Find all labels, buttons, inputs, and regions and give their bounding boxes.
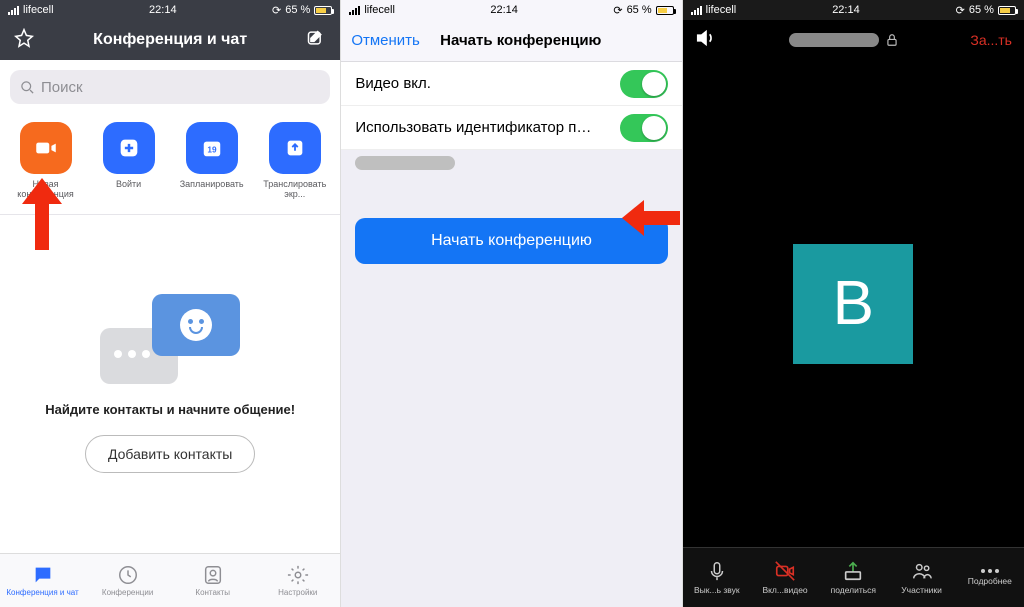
header: Отменить Начать конференцию (341, 20, 681, 62)
row-video-on: Видео вкл. (341, 62, 681, 106)
video-area[interactable]: В (683, 60, 1024, 547)
meeting-controls: Вык...ь звук Вкл...видео поделиться Учас… (683, 547, 1024, 607)
participant-avatar: В (793, 244, 913, 364)
red-arrow-annotation (18, 178, 66, 250)
chat-icon (32, 564, 54, 586)
clock-icon (117, 564, 139, 586)
star-icon[interactable] (14, 28, 34, 53)
meeting-topbar: За...ть (683, 20, 1024, 60)
chat-illustration (100, 294, 240, 384)
redacted-text (355, 156, 455, 170)
toggle-video[interactable] (620, 70, 668, 98)
page-title: Конференция и чат (34, 31, 306, 49)
speaker-icon[interactable] (695, 27, 717, 54)
schedule-button[interactable]: 19 Запланировать (172, 122, 252, 200)
contacts-icon (202, 564, 224, 586)
empty-message: Найдите контакты и начните общение! (45, 402, 295, 417)
control-mute[interactable]: Вык...ь звук (683, 548, 751, 607)
status-time: 22:14 (832, 4, 860, 16)
svg-text:19: 19 (207, 146, 217, 155)
calendar-icon: 19 (201, 137, 223, 159)
add-contacts-button[interactable]: Добавить контакты (85, 435, 255, 473)
video-off-icon (774, 560, 796, 582)
search-input[interactable]: Поиск (10, 70, 330, 104)
search-wrap: Поиск (0, 60, 340, 114)
tab-contacts[interactable]: Контакты (170, 554, 255, 607)
search-icon (20, 80, 35, 95)
search-placeholder: Поиск (41, 79, 83, 96)
battery-pct: 65 % (285, 4, 310, 16)
tab-chat[interactable]: Конференция и чат (0, 554, 85, 607)
battery-icon (656, 6, 674, 15)
control-participants[interactable]: Участники (887, 548, 955, 607)
status-bar: lifecell 22:14 ⟳65 % (683, 0, 1024, 20)
setting-label: Видео вкл. (355, 75, 431, 92)
lock-icon (885, 33, 899, 47)
battery-icon (998, 6, 1016, 15)
redacted-meeting-id (789, 33, 879, 47)
plus-icon (119, 138, 139, 158)
status-bar: lifecell 22:14 ⟳65 % (0, 0, 340, 20)
end-meeting-button[interactable]: За...ть (970, 32, 1012, 48)
tab-settings[interactable]: Настройки (255, 554, 340, 607)
red-arrow-annotation (622, 198, 680, 238)
join-button[interactable]: Войти (89, 122, 169, 200)
tab-meetings[interactable]: Конференции (85, 554, 170, 607)
signal-icon (8, 6, 19, 15)
control-video[interactable]: Вкл...видео (751, 548, 819, 607)
mic-icon (706, 560, 728, 582)
tab-bar: Конференция и чат Конференции Контакты Н… (0, 553, 340, 607)
header: Конференция и чат (0, 20, 340, 60)
screen-start-meeting: lifecell 22:14 ⟳65 % Отменить Начать кон… (341, 0, 682, 607)
compose-icon[interactable] (306, 28, 326, 53)
screen-home: lifecell 22:14 ⟳65 % Конференция и чат П… (0, 0, 341, 607)
signal-icon (691, 6, 702, 15)
more-icon (981, 569, 999, 573)
cancel-button[interactable]: Отменить (351, 32, 420, 49)
video-icon (33, 135, 59, 161)
battery-icon (314, 6, 332, 15)
upload-icon (284, 137, 306, 159)
gear-icon (287, 564, 309, 586)
signal-icon (349, 6, 360, 15)
status-bar: lifecell 22:14 ⟳65 % (341, 0, 681, 20)
control-share[interactable]: поделиться (819, 548, 887, 607)
control-more[interactable]: Подробнее (956, 548, 1024, 607)
setting-label: Использовать идентификатор перс... (355, 119, 595, 136)
share-icon (842, 560, 864, 582)
status-time: 22:14 (149, 4, 177, 16)
toggle-pmi[interactable] (620, 114, 668, 142)
empty-state: Найдите контакты и начните общение! Доба… (0, 215, 340, 553)
settings-list: Видео вкл. Использовать идентификатор пе… (341, 62, 681, 150)
share-screen-button[interactable]: Транслировать экр... (255, 122, 335, 200)
status-time: 22:14 (490, 4, 518, 16)
row-use-pmi: Использовать идентификатор перс... (341, 106, 681, 150)
page-title: Начать конференцию (420, 32, 672, 49)
screen-in-meeting: lifecell 22:14 ⟳65 % За...ть В Вык...ь з… (683, 0, 1024, 607)
carrier-label: lifecell (23, 4, 54, 16)
participants-icon (911, 560, 933, 582)
